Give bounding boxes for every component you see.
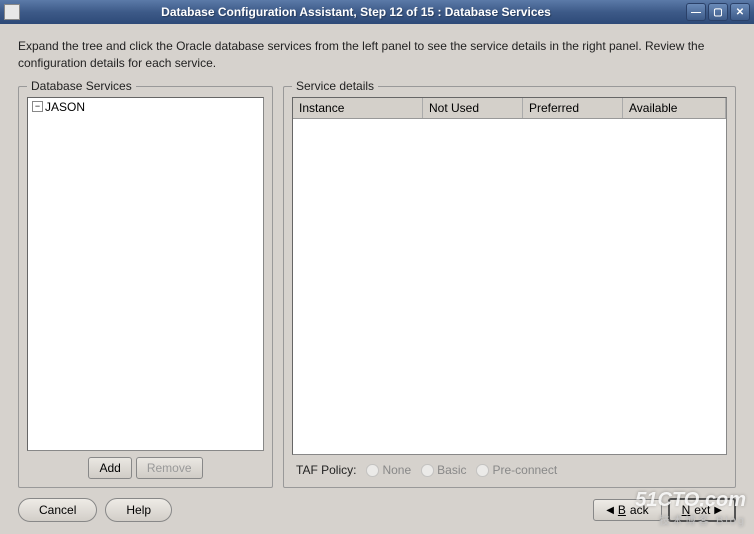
content-area: Expand the tree and click the Oracle dat…: [0, 24, 754, 534]
col-not-used[interactable]: Not Used: [423, 98, 523, 118]
app-icon: [4, 4, 20, 20]
col-preferred[interactable]: Preferred: [523, 98, 623, 118]
minimize-button[interactable]: —: [686, 3, 706, 21]
database-services-panel: Database Services − JASON Add Remove: [18, 86, 273, 488]
panels-row: Database Services − JASON Add Remove Ser…: [18, 86, 736, 488]
taf-policy-row: TAF Policy: None Basic Pre-connect: [292, 461, 727, 479]
bottom-bar: Cancel Help ◀Back Next▶: [18, 488, 736, 522]
services-tree[interactable]: − JASON: [27, 97, 264, 451]
window-root: Database Configuration Assistant, Step 1…: [0, 0, 754, 534]
col-available[interactable]: Available: [623, 98, 726, 118]
database-services-legend: Database Services: [27, 79, 136, 93]
taf-none-radio[interactable]: None: [366, 463, 411, 477]
help-button[interactable]: Help: [105, 498, 172, 522]
taf-preconnect-radio[interactable]: Pre-connect: [476, 463, 557, 477]
maximize-button[interactable]: ▢: [708, 3, 728, 21]
tree-root-label: JASON: [45, 100, 85, 114]
instructions-text: Expand the tree and click the Oracle dat…: [18, 38, 736, 72]
db-services-buttons: Add Remove: [27, 457, 264, 479]
table-header: Instance Not Used Preferred Available: [293, 98, 726, 119]
service-details-panel: Service details Instance Not Used Prefer…: [283, 86, 736, 488]
back-label: B: [618, 503, 626, 517]
tree-collapse-icon[interactable]: −: [32, 101, 43, 112]
chevron-right-icon: ▶: [714, 505, 722, 516]
bottom-right-buttons: ◀Back Next▶: [593, 498, 736, 522]
next-label: N: [682, 503, 691, 517]
window-controls: — ▢ ✕: [686, 3, 750, 21]
col-instance[interactable]: Instance: [293, 98, 423, 118]
taf-preconnect-input: [476, 464, 489, 477]
remove-button: Remove: [136, 457, 203, 479]
taf-basic-input: [421, 464, 434, 477]
tree-root-item[interactable]: − JASON: [28, 98, 263, 116]
taf-policy-label: TAF Policy:: [296, 463, 356, 477]
service-details-table: Instance Not Used Preferred Available: [292, 97, 727, 455]
taf-none-input: [366, 464, 379, 477]
cancel-button[interactable]: Cancel: [18, 498, 97, 522]
titlebar: Database Configuration Assistant, Step 1…: [0, 0, 754, 24]
next-button[interactable]: Next▶: [668, 498, 736, 522]
table-body: [293, 119, 726, 454]
close-button[interactable]: ✕: [730, 3, 750, 21]
chevron-left-icon: ◀: [606, 505, 614, 516]
window-title: Database Configuration Assistant, Step 1…: [26, 5, 686, 19]
back-button[interactable]: ◀Back: [593, 499, 661, 521]
service-details-legend: Service details: [292, 79, 378, 93]
taf-basic-radio[interactable]: Basic: [421, 463, 466, 477]
bottom-left-buttons: Cancel Help: [18, 498, 172, 522]
add-button[interactable]: Add: [88, 457, 131, 479]
